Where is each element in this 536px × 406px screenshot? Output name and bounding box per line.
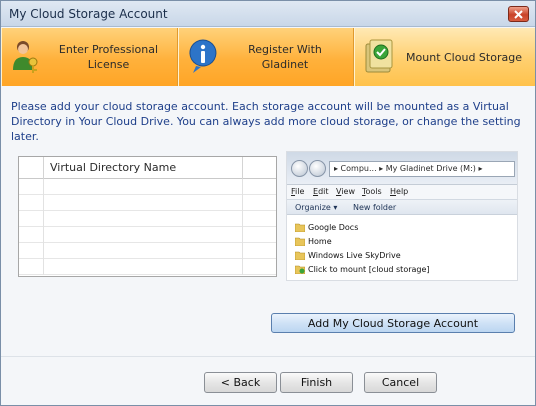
back-button[interactable]: < Back: [204, 372, 277, 393]
preview-menu-item: View: [336, 187, 355, 196]
preview-menu-item: Help: [390, 187, 409, 196]
instructions-text: Please add your cloud storage account. E…: [11, 100, 521, 143]
preview-address-bar: ▸ Compu... ▸ My Gladinet Drive (M:) ▸: [287, 152, 517, 185]
table-row[interactable]: [19, 227, 276, 243]
preview-folder-item: Windows Live SkyDrive: [295, 249, 401, 262]
cancel-button[interactable]: Cancel: [364, 372, 437, 393]
step-label: Enter Professional License: [58, 43, 159, 71]
step-register[interactable]: Register With Gladinet: [178, 28, 354, 86]
add-cloud-storage-button[interactable]: Add My Cloud Storage Account: [271, 313, 515, 333]
info-icon: [189, 39, 217, 73]
preview-folder-item: Click to mount [cloud storage]: [295, 263, 430, 276]
preview-menu-item: Tools: [362, 187, 382, 196]
window-title: My Cloud Storage Account: [9, 7, 168, 21]
table-row[interactable]: [19, 211, 276, 227]
grid-header-virtual-directory[interactable]: Virtual Directory Name: [44, 157, 243, 179]
step-enter-license[interactable]: Enter Professional License: [1, 28, 178, 86]
preview-toolbar: Organize ▾ New folder: [287, 199, 517, 215]
step-label: Mount Cloud Storage: [406, 50, 522, 64]
explorer-preview-image: ▸ Compu... ▸ My Gladinet Drive (M:) ▸ Fi…: [286, 151, 518, 281]
mount-icon: [295, 265, 305, 274]
preview-folder-item: Google Docs: [295, 221, 358, 234]
mount-folder-icon: [365, 39, 393, 73]
step-label: Register With Gladinet: [248, 43, 322, 71]
folder-icon: [295, 237, 305, 246]
preview-menu-item: Edit: [313, 187, 329, 196]
preview-menu-bar: File Edit View Tools Help: [287, 185, 517, 199]
preview-organize: Organize ▾: [295, 203, 338, 212]
preview-address-text: ▸ Compu... ▸ My Gladinet Drive (M:) ▸: [329, 161, 515, 177]
preview-folder-item: Home: [295, 235, 332, 248]
preview-menu-item: File: [291, 187, 305, 196]
preview-new-folder: New folder: [353, 203, 397, 212]
folder-icon: [295, 223, 305, 232]
close-icon: [514, 9, 523, 19]
table-row[interactable]: [19, 259, 276, 275]
footer-divider: [1, 356, 535, 357]
back-arrow-icon: [291, 160, 308, 177]
virtual-directory-grid[interactable]: Virtual Directory Name: [18, 156, 277, 277]
grid-header-indicator: [19, 157, 44, 179]
table-row[interactable]: [19, 243, 276, 259]
close-button[interactable]: [508, 6, 529, 22]
wizard-steps: Enter Professional License Register With G…: [1, 28, 535, 86]
table-row[interactable]: [19, 179, 276, 195]
title-bar: My Cloud Storage Account: [1, 1, 535, 27]
forward-arrow-icon: [309, 160, 326, 177]
user-key-icon: [13, 41, 38, 73]
finish-button[interactable]: Finish: [280, 372, 353, 393]
wizard-window: My Cloud Storage Account Enter Professio…: [0, 0, 536, 406]
step-mount-cloud[interactable]: Mount Cloud Storage: [354, 28, 535, 86]
table-row[interactable]: [19, 195, 276, 211]
grid-header: Virtual Directory Name: [19, 157, 276, 179]
folder-icon: [295, 251, 305, 260]
